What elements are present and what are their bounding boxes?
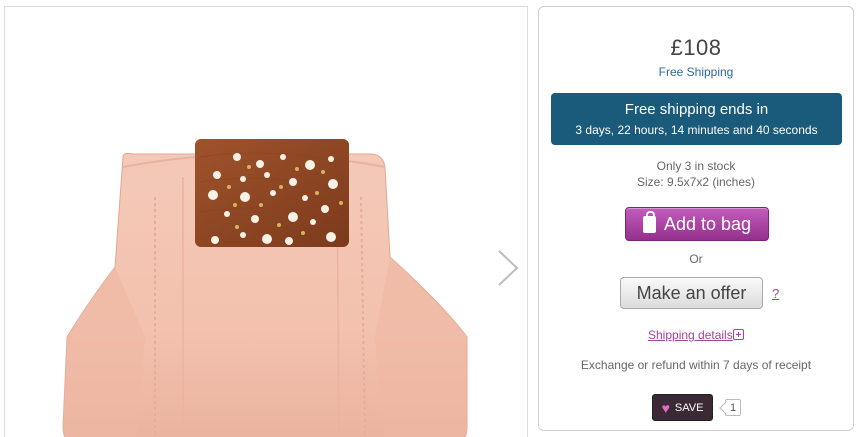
- product-gallery: [4, 6, 528, 437]
- promo-title: Free shipping ends in: [624, 101, 769, 118]
- add-to-bag-label: Add to bag: [663, 213, 752, 234]
- exchange-policy: Exchange or refund within 7 days of rece…: [580, 358, 812, 372]
- save-label: SAVE: [674, 401, 704, 414]
- make-offer-button[interactable]: Make an offer: [620, 277, 763, 309]
- plus-icon[interactable]: [733, 329, 744, 340]
- heart-icon: ♥: [661, 399, 670, 416]
- price: £108: [670, 35, 722, 60]
- promo-countdown: 3 days, 22 hours, 14 minutes and 40 seco…: [575, 123, 818, 137]
- make-offer-label: Make an offer: [636, 282, 747, 303]
- save-button[interactable]: ♥ SAVE: [652, 394, 713, 421]
- shipping-details-link[interactable]: Shipping details: [648, 328, 733, 342]
- purchase-panel: £108 Free Shipping Free shipping ends in…: [538, 6, 854, 431]
- free-shipping-banner: Free shipping ends in 3 days, 22 hours, …: [551, 93, 842, 145]
- chevron-right-icon[interactable]: [493, 247, 523, 289]
- free-shipping-label: Free Shipping: [658, 65, 734, 79]
- stock-status: Only 3 in stock: [656, 159, 736, 173]
- add-to-bag-button[interactable]: Add to bag: [625, 207, 769, 241]
- or-divider: Or: [689, 252, 703, 266]
- product-image: [62, 139, 468, 437]
- bag-icon: [642, 210, 656, 233]
- save-count: 1: [725, 399, 741, 416]
- size-info: Size: 9.5x7x2 (inches): [636, 175, 756, 189]
- offer-help-link[interactable]: ?: [772, 286, 779, 301]
